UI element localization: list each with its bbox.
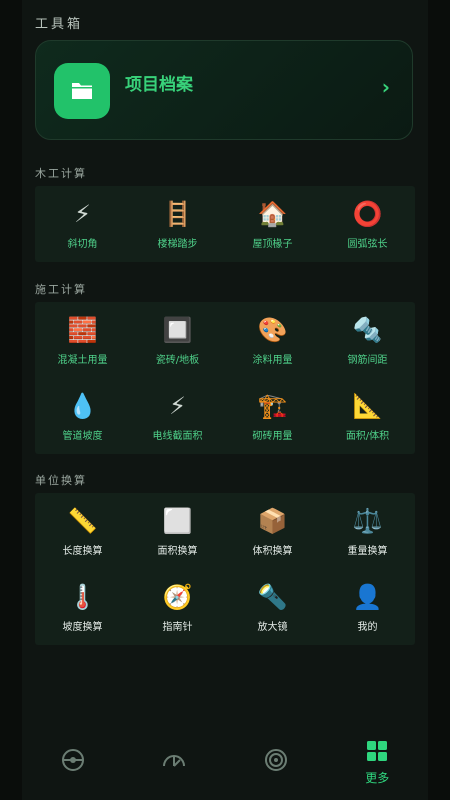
tool-roof-rafter[interactable]: 🏠 屋顶椽子 bbox=[225, 186, 320, 262]
droplet-icon: 💧 bbox=[67, 391, 98, 420]
square-icon: ⬜ bbox=[162, 506, 193, 535]
scale-icon: ⚖️ bbox=[352, 506, 383, 535]
project-archive-title: 项目档案 bbox=[125, 75, 193, 95]
compass-icon: 🧭 bbox=[162, 582, 193, 611]
tool-magnifier[interactable]: 🔦 放大镜 bbox=[225, 569, 320, 645]
tool-label: 体积换算 bbox=[252, 545, 293, 557]
tool-label: 楼梯踏步 bbox=[157, 238, 198, 250]
tool-label: 涂料用量 bbox=[252, 354, 293, 366]
tool-profile[interactable]: 👤 我的 bbox=[320, 569, 415, 645]
project-archive-card[interactable]: 项目档案 › bbox=[35, 40, 413, 140]
box-icon: 📦 bbox=[257, 506, 288, 535]
section-title-carpentry: 木工计算 bbox=[35, 167, 87, 180]
tool-label: 坡度换算 bbox=[62, 621, 103, 633]
tool-label: 指南针 bbox=[162, 621, 193, 633]
tool-compass[interactable]: 🧭 指南针 bbox=[130, 569, 225, 645]
house-icon: 🏠 bbox=[257, 199, 288, 228]
tool-label: 混凝土用量 bbox=[57, 354, 108, 366]
circle-icon: ⭕ bbox=[352, 199, 383, 228]
tool-area-conversion[interactable]: ⬜ 面积换算 bbox=[130, 493, 225, 569]
tool-slope-conversion[interactable]: 🌡️ 坡度换算 bbox=[35, 569, 130, 645]
ruler-icon: 📏 bbox=[67, 506, 98, 535]
ladder-icon: 🪜 bbox=[162, 199, 193, 228]
tool-volume-conversion[interactable]: 📦 体积换算 bbox=[225, 493, 320, 569]
tab-target[interactable] bbox=[225, 733, 327, 793]
tool-label: 长度换算 bbox=[62, 545, 103, 557]
lightning-icon: ⚡ bbox=[74, 199, 91, 228]
tool-label: 电线截面积 bbox=[152, 430, 203, 442]
tool-label: 砌砖用量 bbox=[252, 430, 293, 442]
tool-stair-steps[interactable]: 🪜 楼梯踏步 bbox=[130, 186, 225, 262]
tool-label: 钢筋间距 bbox=[347, 354, 388, 366]
tool-label: 重量换算 bbox=[347, 545, 388, 557]
palette-icon: 🎨 bbox=[257, 315, 288, 344]
tool-miter-angle[interactable]: ⚡ 斜切角 bbox=[35, 186, 130, 262]
bottom-tab-bar: 更多 bbox=[22, 733, 428, 793]
tool-label: 放大镜 bbox=[257, 621, 288, 633]
thermometer-icon: 🌡️ bbox=[67, 582, 98, 611]
tool-label: 面积/体积 bbox=[345, 430, 390, 442]
triangle-ruler-icon: 📐 bbox=[352, 391, 383, 420]
tool-brick-masonry[interactable]: 🏗️ 砌砖用量 bbox=[225, 378, 320, 454]
tab-more[interactable]: 更多 bbox=[327, 733, 429, 793]
level-icon bbox=[61, 748, 85, 776]
tool-weight-conversion[interactable]: ⚖️ 重量换算 bbox=[320, 493, 415, 569]
section-title-construction: 施工计算 bbox=[35, 283, 87, 296]
tool-label: 圆弧弦长 bbox=[347, 238, 388, 250]
tab-level[interactable] bbox=[22, 733, 124, 793]
protractor-icon bbox=[162, 748, 186, 776]
tool-wire-section[interactable]: ⚡ 电线截面积 bbox=[130, 378, 225, 454]
tool-paint[interactable]: 🎨 涂料用量 bbox=[225, 302, 320, 378]
user-silhouette-icon: 👤 bbox=[352, 582, 383, 611]
construction-tool-grid: 🧱 混凝土用量 🔲 瓷砖/地板 🎨 涂料用量 🔩 钢筋间距 💧 管道坡度 ⚡ 电… bbox=[35, 302, 415, 454]
tab-protractor[interactable] bbox=[124, 733, 226, 793]
bolt-icon: 🔩 bbox=[352, 315, 383, 344]
tool-rebar-spacing[interactable]: 🔩 钢筋间距 bbox=[320, 302, 415, 378]
brick-icon: 🧱 bbox=[67, 315, 98, 344]
tile-icon: 🔲 bbox=[162, 315, 193, 344]
carpentry-tool-grid: ⚡ 斜切角 🪜 楼梯踏步 🏠 屋顶椽子 ⭕ 圆弧弦长 bbox=[35, 186, 415, 262]
target-icon bbox=[264, 748, 288, 776]
unit-conversion-grid: 📏 长度换算 ⬜ 面积换算 📦 体积换算 ⚖️ 重量换算 🌡️ 坡度换算 🧭 指… bbox=[35, 493, 415, 645]
grid-icon bbox=[366, 740, 388, 766]
tool-area-volume[interactable]: 📐 面积/体积 bbox=[320, 378, 415, 454]
tool-label: 瓷砖/地板 bbox=[155, 354, 200, 366]
tool-label: 我的 bbox=[357, 621, 378, 633]
tool-label: 屋顶椽子 bbox=[252, 238, 293, 250]
tool-length-conversion[interactable]: 📏 长度换算 bbox=[35, 493, 130, 569]
section-title-unit-conversion: 单位换算 bbox=[35, 474, 87, 487]
lightning-icon: ⚡ bbox=[169, 391, 186, 420]
tab-label: 更多 bbox=[365, 771, 390, 785]
page-title: 工具箱 bbox=[35, 17, 84, 32]
tool-label: 面积换算 bbox=[157, 545, 198, 557]
flashlight-icon: 🔦 bbox=[257, 582, 288, 611]
chevron-right-icon: › bbox=[381, 75, 390, 99]
tool-label: 管道坡度 bbox=[62, 430, 103, 442]
crane-icon: 🏗️ bbox=[257, 391, 288, 420]
tool-pipe-slope[interactable]: 💧 管道坡度 bbox=[35, 378, 130, 454]
tool-tile-floor[interactable]: 🔲 瓷砖/地板 bbox=[130, 302, 225, 378]
tool-concrete[interactable]: 🧱 混凝土用量 bbox=[35, 302, 130, 378]
folder-icon bbox=[54, 63, 110, 119]
screen: 工具箱 项目档案 › 木工计算 ⚡ 斜切角 🪜 楼梯踏步 🏠 屋顶椽子 ⭕ 圆弧… bbox=[22, 0, 428, 800]
tool-label: 斜切角 bbox=[67, 238, 98, 250]
tool-arc-chord[interactable]: ⭕ 圆弧弦长 bbox=[320, 186, 415, 262]
